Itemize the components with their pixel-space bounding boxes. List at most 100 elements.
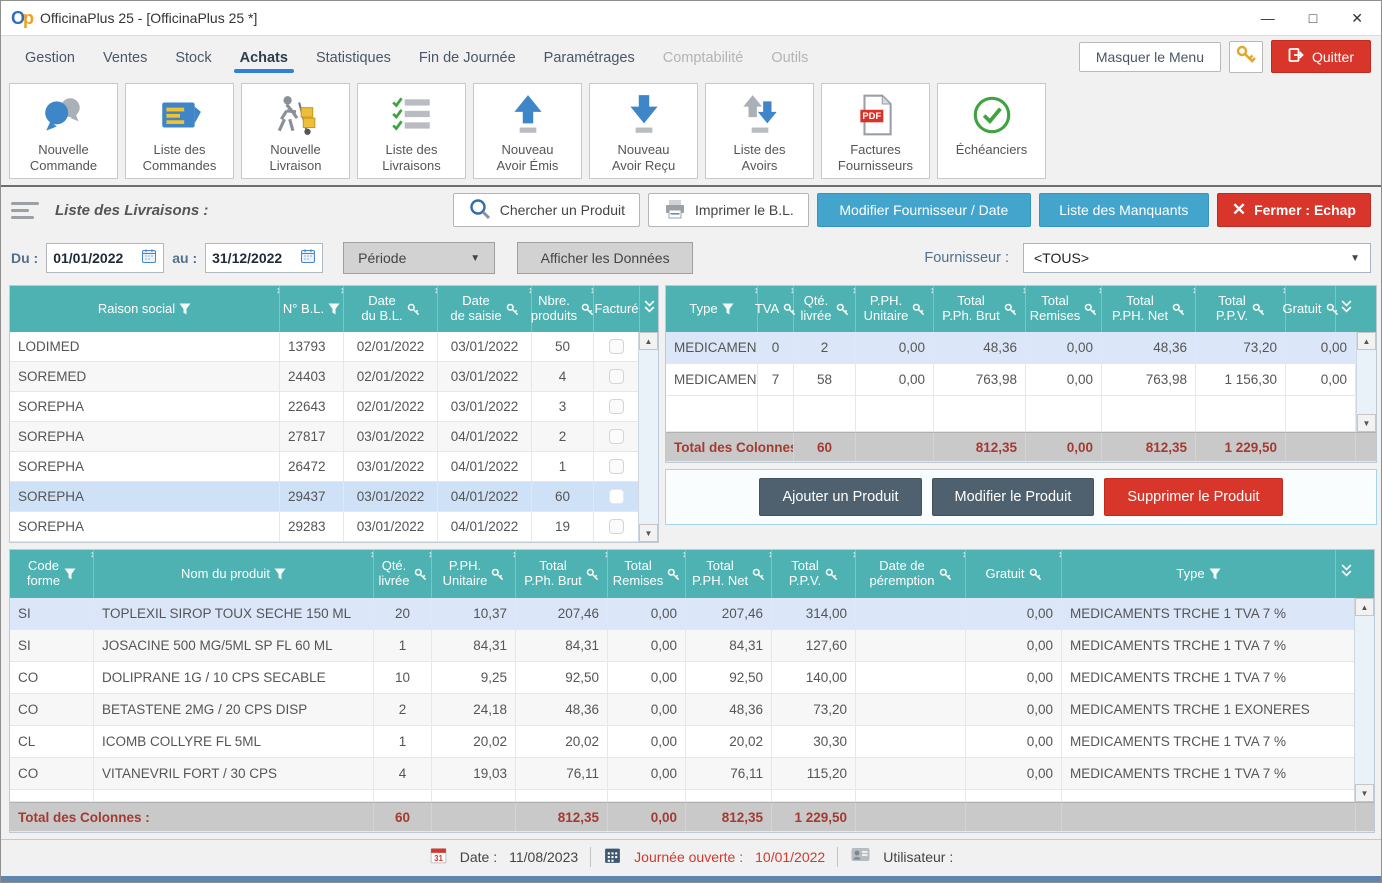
column-header[interactable]: ↕Gratuit: [1286, 286, 1336, 332]
sort-icon[interactable]: ↕: [1058, 549, 1063, 559]
delete-product-button[interactable]: Supprimer le Produit: [1104, 478, 1282, 516]
column-header[interactable]: ↕Total P.PH. Net: [686, 550, 772, 598]
column-header[interactable]: ↕Nbre. produits: [532, 286, 594, 332]
key-icon[interactable]: [1326, 303, 1339, 316]
delivery-row[interactable]: SOREPHA2943703/01/202204/01/202260: [10, 482, 638, 512]
menu-item-stock[interactable]: Stock: [161, 41, 225, 73]
invoiced-checkbox[interactable]: [609, 339, 624, 354]
scroll-up-icon[interactable]: ▲: [1355, 598, 1374, 616]
summary-row[interactable]: MEDICAMENT7580,00763,980,00763,981 156,3…: [666, 364, 1356, 396]
menu-item-gestion[interactable]: Gestion: [11, 41, 89, 73]
toolbar-button-nouveau-avoir-emis[interactable]: Nouveau Avoir Émis: [473, 83, 582, 179]
column-header[interactable]: ↕Date du B.L.: [344, 286, 438, 332]
key-icon[interactable]: [752, 568, 765, 581]
key-icon[interactable]: [1084, 303, 1097, 316]
column-header[interactable]: ↕Code forme: [10, 550, 94, 598]
summary-row[interactable]: MEDICAMENT020,0048,360,0048,3673,200,00: [666, 332, 1356, 364]
column-header[interactable]: ↕Raison social: [10, 286, 280, 332]
sort-icon[interactable]: ↕: [370, 549, 375, 559]
column-header[interactable]: ↕Total P.Ph. Brut: [516, 550, 608, 598]
toolbar-button-liste-des-livraisons[interactable]: Liste des Livraisons: [357, 83, 466, 179]
modify-supplier-date-button[interactable]: Modifier Fournisseur / Date: [817, 193, 1031, 227]
column-header[interactable]: ↕Date de saisie: [438, 286, 532, 332]
key-icon[interactable]: [407, 303, 420, 316]
column-header[interactable]: ↕P.PH. Unitaire: [432, 550, 516, 598]
key-icon[interactable]: [1004, 303, 1017, 316]
add-product-button[interactable]: Ajouter un Produit: [759, 478, 921, 516]
sort-icon[interactable]: ↕: [790, 285, 795, 295]
menu-item-ventes[interactable]: Ventes: [89, 41, 161, 73]
date-to-input[interactable]: 31/12/2022: [205, 243, 323, 273]
invoiced-checkbox[interactable]: [609, 459, 624, 474]
invoiced-checkbox[interactable]: [609, 399, 624, 414]
filter-icon[interactable]: [274, 568, 286, 580]
deliveries-scrollbar[interactable]: ▲ ▼: [638, 332, 658, 542]
menu-item-fin-de-journee[interactable]: Fin de Journée: [405, 41, 530, 73]
column-header[interactable]: ↕Qté. livrée: [794, 286, 856, 332]
filter-icon[interactable]: [1209, 568, 1221, 580]
minimize-button[interactable]: —: [1261, 10, 1275, 27]
column-header[interactable]: ↕P.PH. Unitaire: [856, 286, 934, 332]
column-header[interactable]: ↕Qté. livrée: [374, 550, 432, 598]
column-chooser-icon[interactable]: [1336, 550, 1356, 598]
date-from-input[interactable]: 01/01/2022: [46, 243, 164, 273]
filter-icon[interactable]: [722, 303, 734, 315]
filter-icon[interactable]: [328, 303, 340, 315]
toolbar-button-echeanciers[interactable]: Échéanciers: [937, 83, 1046, 179]
sort-icon[interactable]: ↕: [512, 549, 517, 559]
summary-scrollbar[interactable]: ▲ ▼: [1356, 332, 1376, 432]
sort-icon[interactable]: ↕: [852, 549, 857, 559]
column-header[interactable]: ↕N° B.L.: [280, 286, 344, 332]
print-bl-button[interactable]: Imprimer le B.L.: [648, 193, 809, 227]
sort-icon[interactable]: ↕: [6, 549, 11, 559]
sort-icon[interactable]: ↕: [852, 285, 857, 295]
close-button[interactable]: ✕: [1351, 10, 1363, 27]
show-data-button[interactable]: Afficher les Données: [517, 242, 693, 274]
key-icon[interactable]: [586, 568, 599, 581]
scroll-down-icon[interactable]: ▼: [1357, 414, 1376, 432]
key-icon[interactable]: [506, 303, 519, 316]
column-header[interactable]: ↕Total Remises: [608, 550, 686, 598]
sort-icon[interactable]: ↕: [768, 549, 773, 559]
sort-icon[interactable]: ↕: [754, 285, 759, 295]
sort-icon[interactable]: ↕: [428, 549, 433, 559]
column-header[interactable]: ↕Total P.PH. Net: [1102, 286, 1196, 332]
column-header[interactable]: ↕Type: [666, 286, 758, 332]
sort-icon[interactable]: ↕: [1098, 285, 1103, 295]
column-header[interactable]: ↕TVA: [758, 286, 794, 332]
key-icon[interactable]: [667, 568, 680, 581]
product-row[interactable]: CODOLIPRANE 1G / 10 CPS SECABLE109,2592,…: [10, 662, 1354, 694]
sort-icon[interactable]: ↕: [1022, 285, 1027, 295]
sort-icon[interactable]: ↕: [682, 549, 687, 559]
sort-icon[interactable]: ↕: [662, 285, 667, 295]
edit-product-button[interactable]: Modifier le Produit: [932, 478, 1095, 516]
key-icon[interactable]: [1172, 303, 1185, 316]
sort-icon[interactable]: ↕: [340, 285, 345, 295]
key-icon[interactable]: [581, 303, 594, 316]
sort-icon[interactable]: ↕: [930, 285, 935, 295]
close-escape-button[interactable]: ✕ Fermer : Echap: [1217, 193, 1371, 227]
delivery-row[interactable]: SOREPHA2928303/01/202204/01/202219: [10, 512, 638, 542]
menu-item-achats[interactable]: Achats: [226, 41, 302, 73]
sort-icon[interactable]: ↕: [434, 285, 439, 295]
delivery-row[interactable]: LODIMED1379302/01/202203/01/202250: [10, 332, 638, 362]
key-icon[interactable]: [825, 568, 838, 581]
sort-icon[interactable]: ↕: [1192, 285, 1197, 295]
product-row[interactable]: SITOPLEXIL SIROP TOUX SECHE 150 ML2010,3…: [10, 598, 1354, 630]
scroll-down-icon[interactable]: ▼: [1355, 784, 1374, 802]
filter-icon[interactable]: [179, 303, 191, 315]
sort-icon[interactable]: ↕: [90, 549, 95, 559]
product-row[interactable]: COBETASTENE 2MG / 20 CPS DISP224,1848,36…: [10, 694, 1354, 726]
invoiced-checkbox[interactable]: [609, 369, 624, 384]
key-icon[interactable]: [414, 568, 427, 581]
key-icon[interactable]: [1252, 303, 1265, 316]
toolbar-button-nouveau-avoir-recu[interactable]: Nouveau Avoir Reçu: [589, 83, 698, 179]
sort-icon[interactable]: ↕: [604, 549, 609, 559]
key-icon[interactable]: [491, 568, 504, 581]
sort-icon[interactable]: ↕: [1282, 285, 1287, 295]
invoiced-checkbox[interactable]: [609, 489, 624, 504]
menu-item-outils[interactable]: Outils: [757, 41, 822, 73]
column-chooser-icon[interactable]: [640, 286, 658, 332]
maximize-button[interactable]: □: [1309, 10, 1317, 27]
invoiced-checkbox[interactable]: [609, 429, 624, 444]
